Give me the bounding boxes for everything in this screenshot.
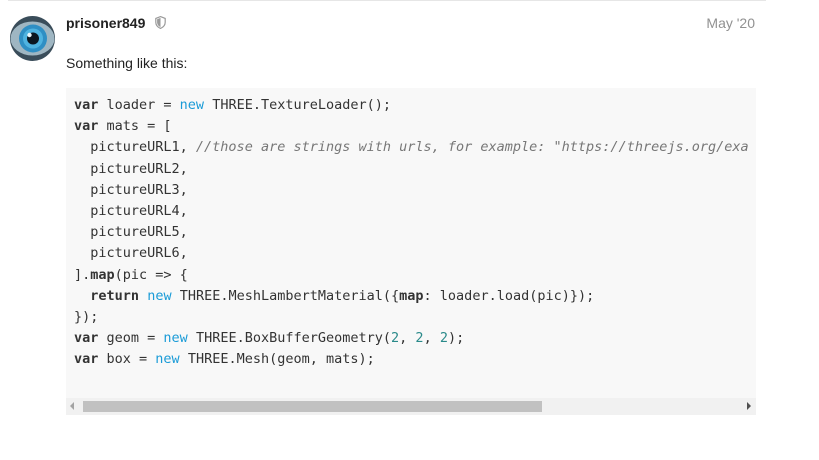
code-token: pictureURL3, <box>74 181 188 198</box>
code-token: //those are strings with urls, for examp… <box>195 139 749 156</box>
code-line: pictureURL3, <box>74 180 749 201</box>
code-token: new <box>179 97 205 113</box>
shield-icon <box>155 16 166 29</box>
code-line: pictureURL4, <box>74 201 749 222</box>
code-token: 2 <box>415 330 424 347</box>
code-line: var box = new THREE.Mesh(geom, mats); <box>74 349 749 370</box>
post-divider <box>8 0 766 1</box>
code-token: geom = <box>98 330 164 347</box>
code-token: : loader.load(pic)}); <box>423 287 595 304</box>
post-date[interactable]: May '20 <box>706 15 755 31</box>
horizontal-scrollbar[interactable] <box>66 398 756 415</box>
code-token: loader = <box>98 97 180 113</box>
code-line: var geom = new THREE.BoxBufferGeometry(2… <box>74 328 749 349</box>
code-block[interactable]: var loader = new THREE.TextureLoader(); v… <box>66 88 756 415</box>
code-token: ]. <box>74 266 91 283</box>
triangle-right-icon[interactable] <box>747 402 751 410</box>
code-token: pictureURL5, <box>74 224 188 241</box>
code-token: THREE.BoxBufferGeometry( <box>187 330 392 347</box>
triangle-left-icon[interactable] <box>70 402 74 410</box>
code-token: pictureURL6, <box>74 245 188 262</box>
scrollbar-thumb[interactable] <box>83 401 542 412</box>
code-line: pictureURL6, <box>74 243 749 264</box>
eye-avatar-icon <box>10 16 55 61</box>
code-token: , <box>399 330 416 347</box>
code-token: box = <box>98 351 156 368</box>
code-line: var loader = new THREE.TextureLoader(); <box>74 95 749 116</box>
username[interactable]: prisoner849 <box>66 15 145 31</box>
code-token: var <box>74 330 99 347</box>
code-token: var <box>74 118 99 135</box>
code-token: , <box>423 330 440 347</box>
code-token: }); <box>74 308 99 325</box>
code-token: (pic => { <box>114 266 188 283</box>
code-line: ].map(pic => { <box>74 265 749 286</box>
code-token: pictureURL1, <box>74 139 196 156</box>
code-token: THREE.TextureLoader(); <box>204 97 391 113</box>
code-token: new <box>147 287 172 304</box>
code-token: pictureURL2, <box>74 160 188 177</box>
code-token: map <box>399 287 424 304</box>
code-line: pictureURL2, <box>74 159 749 180</box>
code-line: var mats = [ <box>74 116 749 137</box>
code-token: map <box>90 266 115 283</box>
avatar[interactable] <box>10 16 55 61</box>
code-line: pictureURL5, <box>74 222 749 243</box>
code-token: 2 <box>439 330 448 347</box>
code-token: var <box>74 351 99 368</box>
code-line: }); <box>74 307 749 328</box>
code-token: THREE.MeshLambertMaterial({ <box>171 287 400 304</box>
code-line: pictureURL1, //those are strings with ur… <box>74 137 749 158</box>
code-line: return new THREE.MeshLambertMaterial({ma… <box>74 286 749 307</box>
code-content: var loader = new THREE.TextureLoader(); v… <box>74 95 749 370</box>
code-token: new <box>163 330 188 347</box>
code-token: var <box>74 97 99 113</box>
code-token: pictureURL4, <box>74 202 188 219</box>
post-body-text: Something like this: <box>66 55 188 71</box>
code-token: new <box>155 351 180 368</box>
code-token: ); <box>447 330 465 347</box>
code-token: mats = [ <box>98 118 172 135</box>
code-token: return <box>90 287 140 304</box>
code-token: THREE.Mesh(geom, mats); <box>179 351 375 368</box>
code-token: 2 <box>391 330 400 347</box>
